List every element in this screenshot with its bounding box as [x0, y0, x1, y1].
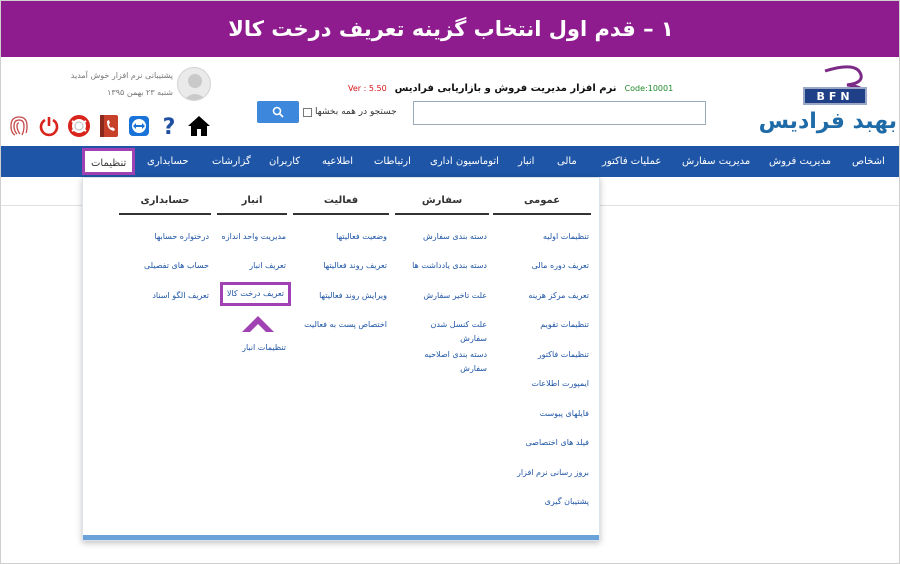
menu-item-define-product-tree[interactable]: تعریف درخت کالا [219, 282, 291, 306]
nav-item-communications[interactable]: ارتباطات [374, 146, 411, 177]
search-icon [272, 106, 284, 118]
nav-item-persons[interactable]: اشخاص [852, 146, 885, 177]
column-accounting-title: حسابداری [119, 195, 211, 215]
search-input[interactable] [413, 101, 706, 125]
search-all-sections[interactable]: جستجو در همه بخشها [303, 107, 397, 117]
panel-bottom-bar [83, 535, 599, 540]
chevron-up-icon [242, 316, 274, 332]
app-header: BFN بهبد فرادیس Ver : 5.50 نرم افزار مدی… [1, 57, 899, 146]
logout-button[interactable] [37, 114, 61, 138]
menu-item-document-templates[interactable]: تعریف الگو اسناد [152, 289, 209, 303]
menu-item-define-warehouse[interactable]: تعریف انبار [249, 259, 286, 273]
nav-item-sales[interactable]: مدیریت فروش [769, 146, 831, 177]
search-all-label: جستجو در همه بخشها [315, 107, 397, 117]
help-icon: ? [163, 115, 176, 138]
menu-item-import-data[interactable]: ایمپورت اطلاعات [531, 377, 589, 391]
help-button[interactable]: ? [157, 114, 181, 138]
phonebook-button[interactable] [97, 114, 121, 138]
column-general-title: عمومی [493, 195, 591, 215]
menu-item-assign-post-to-activity[interactable]: اختصاص پست به فعالیت [304, 318, 387, 332]
power-icon [39, 117, 59, 137]
app-name: نرم افزار مدیریت فروش و بازاریابی فرادیس [394, 83, 617, 94]
menu-item-custom-fields[interactable]: فیلد های اختصاصی [525, 436, 589, 450]
menu-item-fiscal-period[interactable]: تعریف دوره مالی [532, 259, 589, 273]
logo-bfn-badge: BFN [803, 87, 867, 105]
code-label: Code:10001 [624, 84, 674, 93]
menu-item-activity-status[interactable]: وضعیت فعالیتها [336, 230, 387, 244]
menu-item-calendar-settings[interactable]: تنظیمات تقویم [540, 318, 589, 332]
menu-item-chart-of-accounts[interactable]: درختواره حسابها [154, 230, 209, 244]
screenshot-frame: ۱ – قدم اول انتخاب گزینه تعریف درخت کالا… [0, 0, 900, 564]
support-button[interactable] [67, 114, 91, 138]
menu-item-edit-activity-flow[interactable]: ویرایش روند فعالیتها [319, 289, 387, 303]
svg-text:?: ? [163, 115, 176, 138]
nav-item-accounting[interactable]: حسابداری [147, 146, 189, 177]
main-nav: اشخاص مدیریت فروش مدیریت سفارش عملیات فا… [1, 146, 899, 177]
banner-title: ۱ – قدم اول انتخاب گزینه تعریف درخت کالا [228, 17, 674, 41]
phonebook-icon [100, 115, 118, 137]
menu-item-attachments[interactable]: فایلهای پیوست [540, 407, 589, 421]
menu-item-note-category[interactable]: دسته بندی یادداشت ها [412, 259, 487, 273]
home-icon [188, 116, 210, 136]
menu-item-define-activity-flow[interactable]: تعریف روند فعالیتها [323, 259, 387, 273]
nav-item-orders[interactable]: مدیریت سفارش [682, 146, 750, 177]
teamviewer-icon [129, 116, 149, 136]
home-button[interactable] [187, 114, 211, 138]
menu-item-order-category[interactable]: دسته بندی سفارش [423, 230, 487, 244]
menu-item-order-cancel-reason[interactable]: علت کنسل شدن سفارش [407, 318, 487, 346]
settings-dropdown-panel: عمومی سفارش فعالیت انبار حسابداری تنظیما… [82, 177, 600, 541]
fingerprint-icon [10, 116, 28, 136]
nav-item-invoices[interactable]: عملیات فاکتور [602, 146, 661, 177]
nav-item-reports[interactable]: گزارشات [212, 146, 251, 177]
app-title-line: Ver : 5.50 نرم افزار مدیریت فروش و بازار… [348, 83, 673, 94]
nav-item-users[interactable]: کاربران [269, 146, 300, 177]
search-all-checkbox[interactable] [303, 107, 312, 117]
lifebuoy-icon [68, 115, 90, 137]
nav-item-office-automation[interactable]: اتوماسیون اداری [430, 146, 499, 177]
nav-item-announcements[interactable]: اطلاعیه [322, 146, 353, 177]
menu-item-order-correction-category[interactable]: دسته بندی اصلاحیه سفارش [407, 348, 487, 376]
logo-name: بهبد فرادیس [758, 109, 897, 134]
current-date: شنبه ۲۳ بهمن ۱۳۹۵ [107, 88, 173, 97]
column-order-title: سفارش [395, 195, 489, 215]
menu-item-cost-center[interactable]: تعریف مرکز هزینه [528, 289, 589, 303]
menu-item-initial-settings[interactable]: تنظیمات اولیه [543, 230, 589, 244]
user-avatar-icon [183, 74, 207, 100]
version-label: Ver : 5.50 [348, 84, 387, 93]
menu-item-detailed-accounts[interactable]: حساب های تفصیلی [144, 259, 209, 273]
menu-item-software-update[interactable]: بروز رسانی نرم افزار [517, 466, 589, 480]
company-logo[interactable]: BFN بهبد فرادیس [751, 63, 897, 139]
menu-item-backup[interactable]: پشتیبان گیری [545, 495, 589, 509]
user-info: پشتیبانی نرم افزار خوش آمدید شنبه ۲۳ بهم… [59, 67, 211, 107]
column-activity-title: فعالیت [293, 195, 389, 215]
menu-item-warehouse-settings[interactable]: تنظیمات انبار [242, 341, 286, 355]
menu-item-invoice-settings[interactable]: تنظیمات فاکتور [538, 348, 589, 362]
tutorial-banner: ۱ – قدم اول انتخاب گزینه تعریف درخت کالا [1, 1, 899, 57]
avatar[interactable] [177, 67, 211, 101]
nav-item-finance[interactable]: مالی [557, 146, 577, 177]
teamviewer-button[interactable] [127, 114, 151, 138]
toolbar-icons: ? [7, 113, 211, 139]
menu-item-unit-management[interactable]: مدیریت واحد اندازه [222, 230, 286, 244]
nav-item-settings[interactable]: تنظیمات [82, 148, 136, 175]
fingerprint-button[interactable] [7, 114, 31, 138]
nav-item-warehouse[interactable]: انبار [518, 146, 534, 177]
welcome-text: پشتیبانی نرم افزار خوش آمدید [70, 71, 173, 80]
search-button[interactable] [257, 101, 299, 123]
menu-item-order-delay-reason[interactable]: علت تاخیر سفارش [423, 289, 487, 303]
column-warehouse-title: انبار [217, 195, 287, 215]
